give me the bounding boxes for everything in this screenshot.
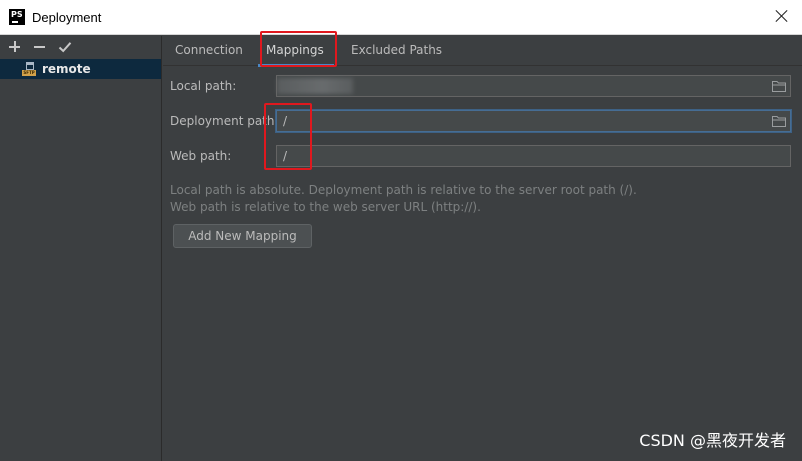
plus-icon[interactable] (8, 40, 22, 54)
tab-label: Connection (175, 43, 243, 57)
minus-icon[interactable] (33, 40, 47, 54)
phpstorm-app-icon: PS (9, 9, 25, 25)
tab-label: Mappings (266, 43, 324, 57)
deployment-path-label: Deployment path: (170, 114, 279, 128)
server-item-remote[interactable]: SFTP remote (0, 59, 161, 79)
folder-icon[interactable] (772, 115, 786, 127)
hint-line-1: Local path is absolute. Deployment path … (170, 183, 637, 197)
folder-icon[interactable] (772, 80, 786, 92)
tab-label: Excluded Paths (351, 43, 443, 57)
server-list-panel: SFTP remote (0, 36, 162, 461)
tab-excluded-paths[interactable]: Excluded Paths (351, 36, 442, 66)
app-icon-text: PS (11, 10, 23, 19)
tab-connection[interactable]: Connection (175, 36, 243, 66)
hint-line-2: Web path is relative to the web server U… (170, 200, 481, 214)
web-path-field[interactable]: / (276, 145, 791, 167)
check-icon[interactable] (58, 40, 72, 54)
window-title: Deployment (32, 9, 102, 25)
server-list-toolbar (0, 36, 161, 58)
sftp-tag-text: SFTP (22, 70, 36, 76)
tab-bar: Connection Mappings Excluded Paths (163, 36, 802, 67)
tab-mappings[interactable]: Mappings (258, 36, 334, 67)
local-path-label: Local path: (170, 79, 237, 93)
web-path-label: Web path: (170, 149, 232, 163)
window-titlebar: PS Deployment (0, 0, 802, 35)
watermark-text: CSDN @黑夜开发者 (639, 431, 786, 450)
deployment-path-value: / (283, 114, 288, 128)
add-new-mapping-button[interactable]: Add New Mapping (173, 224, 312, 248)
local-path-field[interactable] (276, 75, 791, 97)
redacted-blur (277, 78, 353, 94)
close-icon[interactable] (774, 8, 790, 24)
server-item-label: remote (42, 62, 91, 76)
deployment-path-field[interactable]: / (276, 110, 791, 132)
tab-selected-indicator (258, 64, 334, 67)
sftp-server-icon: SFTP (22, 62, 36, 76)
web-path-value: / (283, 149, 288, 163)
